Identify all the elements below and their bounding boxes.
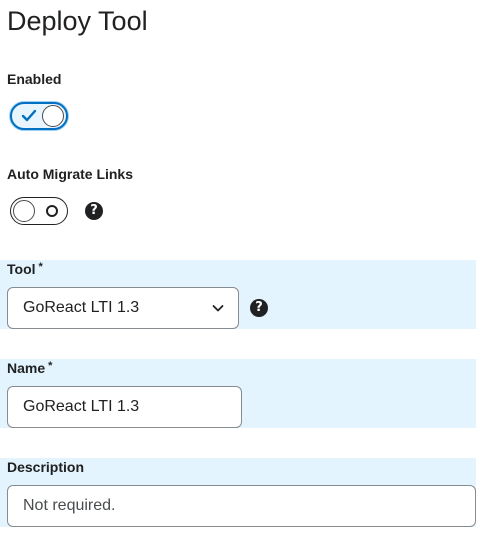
name-input[interactable] bbox=[7, 386, 242, 428]
auto-migrate-links-toggle[interactable] bbox=[10, 197, 68, 225]
chevron-down-icon bbox=[212, 305, 224, 312]
off-indicator-icon bbox=[46, 205, 58, 217]
auto-migrate-links-label: Auto Migrate Links bbox=[7, 166, 134, 182]
tool-help-icon[interactable]: ? bbox=[250, 299, 268, 317]
tool-select[interactable]: GoReact LTI 1.3 bbox=[7, 287, 239, 329]
description-label: Description bbox=[7, 459, 85, 475]
name-label: Name * bbox=[7, 360, 53, 376]
auto-migrate-help-icon[interactable]: ? bbox=[85, 202, 103, 220]
enabled-label: Enabled bbox=[7, 71, 62, 87]
tool-label: Tool * bbox=[7, 261, 43, 277]
enabled-toggle[interactable] bbox=[10, 102, 68, 130]
toggle-knob bbox=[42, 105, 64, 127]
required-marker: * bbox=[38, 261, 43, 273]
toggle-knob bbox=[13, 200, 35, 222]
required-marker: * bbox=[48, 360, 53, 372]
checkmark-icon bbox=[21, 109, 37, 122]
tool-select-value: GoReact LTI 1.3 bbox=[23, 299, 140, 316]
page-title: Deploy Tool bbox=[7, 6, 148, 36]
description-input[interactable] bbox=[7, 485, 476, 527]
